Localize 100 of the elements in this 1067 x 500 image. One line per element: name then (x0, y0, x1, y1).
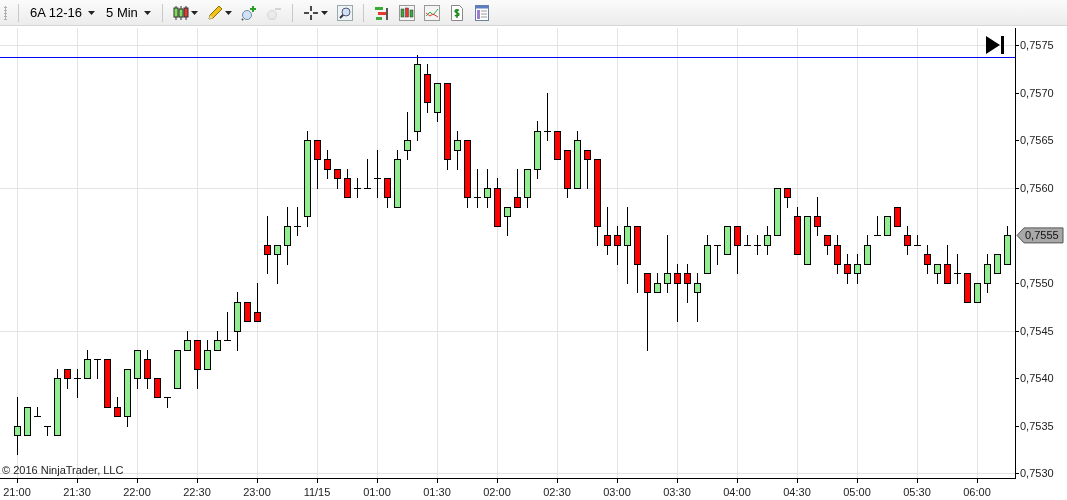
candlestick (604, 207, 611, 255)
candlestick (844, 254, 851, 284)
time-label: 03:30 (663, 486, 691, 498)
candlestick (944, 245, 951, 284)
pencil-icon (206, 4, 223, 21)
dollar-document-icon (448, 4, 465, 21)
scroll-to-end-icon[interactable] (986, 36, 1004, 54)
candlestick (474, 169, 481, 208)
candlestick (864, 235, 871, 265)
candlestick (194, 340, 201, 389)
candlestick (744, 235, 751, 246)
candlestick (694, 273, 701, 322)
candlestick (834, 235, 841, 274)
candlestick (464, 140, 471, 208)
candlestick (374, 150, 381, 198)
time-label: 01:30 (423, 486, 451, 498)
current-price-marker: 0,7555 (1016, 227, 1064, 244)
candlestick (154, 378, 161, 398)
candlestick (584, 150, 591, 189)
candlestick (184, 331, 191, 351)
instrument-dropdown[interactable]: 6A 12-16 (26, 3, 100, 22)
candlestick (574, 131, 581, 189)
candlestick (634, 226, 641, 293)
candlestick (34, 407, 41, 417)
time-label: 03:00 (603, 486, 631, 498)
candlestick (934, 264, 941, 284)
candlestick (914, 235, 921, 246)
candlestick (714, 245, 721, 265)
candlestick (344, 169, 351, 198)
candlestick (924, 245, 931, 274)
candlestick (294, 207, 301, 236)
time-label: 06:00 (963, 486, 991, 498)
candlestick (874, 216, 881, 236)
candlestick (114, 397, 121, 417)
candlestick (674, 264, 681, 322)
time-label: 21:00 (3, 486, 31, 498)
time-label: 02:00 (483, 486, 511, 498)
candlestick (24, 407, 31, 436)
candlestick (394, 150, 401, 208)
candlestick (654, 273, 661, 293)
candlestick (784, 188, 791, 208)
candlestick (234, 292, 241, 351)
price-label: 0,7530 (1020, 467, 1054, 480)
time-label: 04:00 (723, 486, 751, 498)
candlestick (734, 226, 741, 274)
candlestick (274, 245, 281, 284)
candlestick (144, 350, 151, 389)
candlestick (384, 178, 391, 208)
candlestick (74, 369, 81, 398)
candlestick (984, 254, 991, 293)
time-label: 22:30 (183, 486, 211, 498)
time-label: 21:30 (63, 486, 91, 498)
candlestick (994, 254, 1001, 274)
candlestick (94, 359, 101, 379)
price-label: 0,7540 (1020, 372, 1054, 385)
candlestick (814, 197, 821, 236)
candlestick (124, 369, 131, 427)
candlestick (244, 302, 251, 322)
candlestick (494, 178, 501, 227)
candlestick (354, 178, 361, 198)
caret-icon (88, 10, 96, 15)
candlestick (534, 121, 541, 179)
candlestick (514, 169, 521, 208)
candlestick (204, 340, 211, 370)
interval-dropdown[interactable]: 5 Min (102, 3, 155, 22)
candlestick-icon (172, 4, 189, 21)
candlestick (454, 131, 461, 170)
candlestick (554, 131, 561, 160)
candlestick (774, 188, 781, 236)
time-label: 04:30 (783, 486, 811, 498)
candlestick (314, 140, 321, 189)
candlestick (684, 264, 691, 303)
candlestick (434, 83, 441, 122)
time-label: 22:00 (123, 486, 151, 498)
price-label: 0,7550 (1020, 276, 1054, 289)
time-label: 11/15 (303, 486, 331, 498)
candlestick (104, 359, 111, 408)
candlestick (404, 112, 411, 160)
candlestick (614, 226, 621, 265)
candlestick (484, 169, 491, 208)
grip-handle[interactable] (4, 5, 7, 20)
candlestick (224, 312, 231, 341)
candlestick (564, 150, 571, 198)
candlestick (724, 226, 731, 255)
caret-icon (143, 10, 151, 15)
candlestick (664, 235, 671, 293)
candlestick (764, 226, 771, 255)
candlestick (54, 369, 61, 436)
candlestick (1004, 226, 1011, 265)
candlestick (14, 397, 21, 455)
candlestick (884, 216, 891, 236)
bars-icon (373, 4, 390, 21)
search-icon (336, 4, 353, 21)
candlestick (334, 169, 341, 189)
candlestick (44, 426, 51, 436)
candlestick (794, 207, 801, 255)
price-label: 0,7545 (1020, 324, 1054, 337)
time-label: 05:00 (843, 486, 871, 498)
candlestick (364, 159, 371, 189)
price-label: 0,7535 (1020, 419, 1054, 432)
